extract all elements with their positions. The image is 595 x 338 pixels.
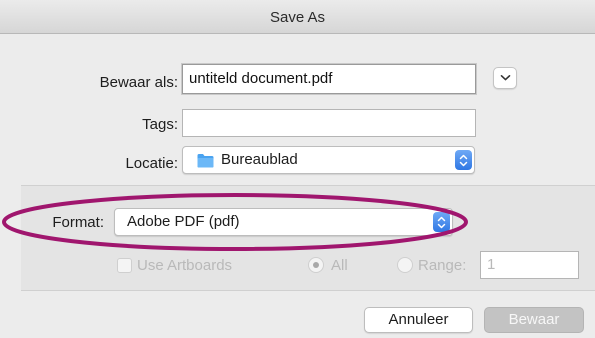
chevron-down-icon (500, 75, 511, 81)
format-label: Format: (52, 214, 104, 231)
location-stepper (455, 150, 472, 170)
location-value: Bureaublad (221, 151, 298, 168)
location-label: Locatie: (125, 155, 178, 172)
format-value: Adobe PDF (pdf) (127, 213, 240, 230)
format-popup[interactable]: Adobe PDF (pdf) (114, 208, 453, 236)
window-titlebar: Save As (0, 0, 595, 34)
expand-dialog-button[interactable] (493, 67, 517, 89)
all-label: All (331, 257, 348, 274)
tags-input[interactable] (182, 109, 476, 137)
location-popup[interactable]: Bureaublad (182, 146, 475, 174)
cancel-button[interactable]: Annuleer (364, 307, 473, 333)
window-title: Save As (269, 9, 326, 26)
use-artboards-label: Use Artboards (137, 257, 233, 274)
all-radio[interactable] (308, 257, 324, 273)
all-radio-dot (313, 262, 319, 268)
use-artboards-checkbox[interactable] (117, 258, 132, 273)
up-down-stepper-icon (459, 154, 468, 167)
range-input[interactable]: 1 (480, 251, 579, 279)
range-radio[interactable] (397, 257, 413, 273)
tags-label: Tags: (142, 116, 178, 133)
save-as-label: Bewaar als: (99, 74, 178, 91)
format-stepper (433, 212, 450, 232)
range-label: Range: (418, 257, 467, 274)
save-as-input[interactable]: untiteld document.pdf (182, 64, 476, 94)
folder-icon (197, 154, 214, 168)
up-down-stepper-icon (437, 216, 446, 229)
save-button[interactable]: Bewaar (484, 307, 584, 333)
